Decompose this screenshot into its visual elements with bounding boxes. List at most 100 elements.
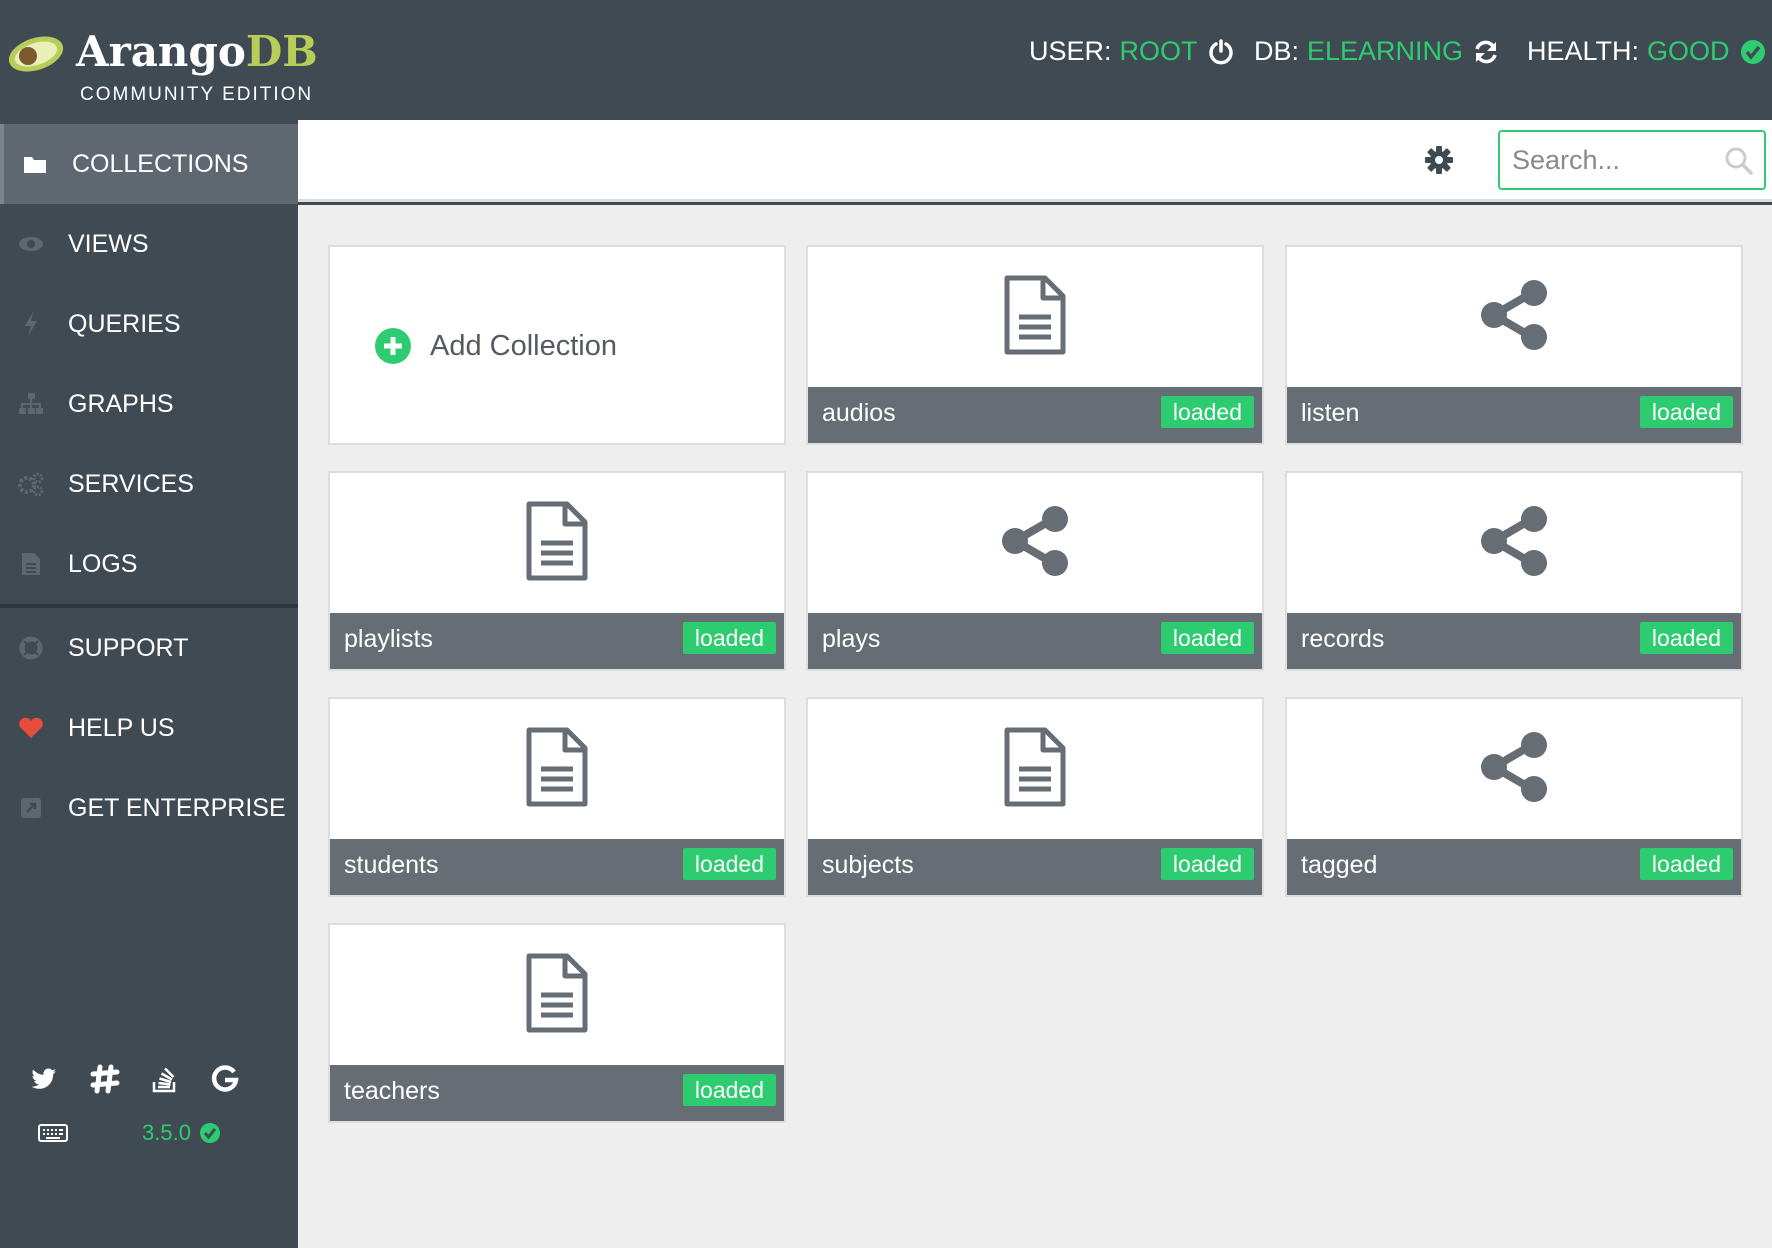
sidebar-item-support[interactable]: SUPPORT [0, 608, 298, 688]
sidebar-item-label: LOGS [68, 549, 138, 578]
status-badge: loaded [682, 622, 776, 654]
collection-name: teachers [344, 1077, 440, 1105]
add-collection-label: Add Collection [430, 329, 617, 362]
collection-footer: playlists loaded [330, 613, 784, 669]
content-toolbar [298, 120, 1772, 202]
lifebuoy-icon [16, 633, 46, 663]
collection-tile-playlists[interactable]: playlists loaded [328, 471, 786, 671]
search-input[interactable] [1512, 142, 1712, 178]
sidebar: COLLECTIONS VIEWS QUERIES GRAPHS SERVICE… [0, 120, 298, 1248]
document-icon [517, 727, 597, 807]
status-badge: loaded [1639, 848, 1733, 880]
collection-footer: tagged loaded [1287, 839, 1741, 895]
collection-name: subjects [822, 851, 914, 879]
external-link-icon [16, 793, 46, 823]
brand-name: ArangoDB [76, 27, 318, 76]
collection-name: plays [822, 625, 881, 653]
add-collection-tile[interactable]: Add Collection [328, 245, 786, 445]
avocado-logo-icon [8, 36, 64, 72]
sidebar-item-label: SERVICES [68, 469, 194, 498]
share-nodes-icon [1474, 727, 1554, 807]
collection-tile-subjects[interactable]: subjects loaded [806, 697, 1264, 897]
sidebar-item-queries[interactable]: QUERIES [0, 284, 298, 364]
version-number: 3.5.0 [142, 1120, 191, 1145]
check-circle-icon [1740, 39, 1765, 64]
document-icon [517, 501, 597, 581]
user-value: ROOT [1119, 36, 1198, 66]
plus-circle-icon [375, 328, 411, 364]
collection-footer: listen loaded [1287, 387, 1741, 443]
status-badge: loaded [1160, 396, 1254, 428]
status-badge: loaded [1639, 622, 1733, 654]
google-icon[interactable] [210, 1064, 240, 1094]
sidebar-item-label: COLLECTIONS [72, 149, 249, 178]
health-value: GOOD [1647, 36, 1730, 66]
header: ArangoDB COMMUNITY EDITION USER: ROOT DB… [0, 0, 1772, 120]
document-icon [995, 727, 1075, 807]
document-icon [517, 953, 597, 1033]
collection-name: students [344, 851, 439, 879]
user-label: USER: [1029, 36, 1112, 66]
keyboard-icon[interactable] [38, 1123, 68, 1143]
collection-footer: audios loaded [808, 387, 1262, 443]
user-info: USER: ROOT [1029, 36, 1234, 67]
folder-icon [20, 149, 50, 179]
status-badge: loaded [1160, 848, 1254, 880]
collection-footer: students loaded [330, 839, 784, 895]
collection-name: playlists [344, 625, 433, 653]
twitter-icon[interactable] [28, 1064, 58, 1094]
collection-tile-tagged[interactable]: tagged loaded [1285, 697, 1743, 897]
db-value: ELEARNING [1307, 36, 1464, 66]
cogs-icon [16, 469, 46, 499]
collection-tile-plays[interactable]: plays loaded [806, 471, 1264, 671]
share-nodes-icon [995, 501, 1075, 581]
search-icon[interactable] [1724, 146, 1754, 176]
status-badge: loaded [1639, 396, 1733, 428]
sidebar-item-views[interactable]: VIEWS [0, 204, 298, 284]
db-label: DB: [1254, 36, 1300, 66]
version-info: 3.5.0 [30, 1120, 270, 1146]
collection-footer: records loaded [1287, 613, 1741, 669]
version-check-icon [199, 1123, 220, 1143]
sidebar-item-label: VIEWS [68, 229, 149, 258]
sitemap-icon [16, 389, 46, 419]
collection-footer: teachers loaded [330, 1065, 784, 1121]
refresh-icon[interactable] [1473, 39, 1499, 65]
collections-grid: Add Collection audios loaded listen loaded p… [298, 205, 1772, 1248]
health-label: HEALTH: [1527, 36, 1640, 66]
search-box [1498, 130, 1766, 190]
status-badge: loaded [682, 1074, 776, 1106]
sidebar-item-label: GET ENTERPRISE [68, 793, 286, 822]
heart-icon [16, 713, 46, 743]
sidebar-item-label: HELP US [68, 713, 175, 742]
power-icon[interactable] [1208, 38, 1234, 65]
health-info: HEALTH: GOOD [1527, 36, 1766, 67]
eye-icon [16, 229, 46, 259]
collection-tile-audios[interactable]: audios loaded [806, 245, 1264, 445]
collection-tile-records[interactable]: records loaded [1285, 471, 1743, 671]
gear-icon[interactable] [1423, 144, 1455, 176]
bolt-icon [16, 309, 46, 339]
sidebar-item-get-enterprise[interactable]: GET ENTERPRISE [0, 768, 298, 848]
sidebar-item-help-us[interactable]: HELP US [0, 688, 298, 768]
arangodb-logo[interactable]: ArangoDB COMMUNITY EDITION [6, 26, 318, 106]
collection-name: tagged [1301, 851, 1378, 879]
document-icon [995, 275, 1075, 355]
sidebar-item-label: SUPPORT [68, 633, 189, 662]
sidebar-item-services[interactable]: SERVICES [0, 444, 298, 524]
db-info: DB: ELEARNING [1254, 36, 1499, 67]
sidebar-item-graphs[interactable]: GRAPHS [0, 364, 298, 444]
slack-icon[interactable] [90, 1064, 120, 1094]
sidebar-item-label: GRAPHS [68, 389, 174, 418]
collection-tile-listen[interactable]: listen loaded [1285, 245, 1743, 445]
stackoverflow-icon[interactable] [150, 1064, 180, 1094]
collection-name: listen [1301, 399, 1360, 427]
edition-label: COMMUNITY EDITION [80, 84, 314, 105]
status-badge: loaded [682, 848, 776, 880]
sidebar-item-logs[interactable]: LOGS [0, 524, 298, 604]
collection-tile-students[interactable]: students loaded [328, 697, 786, 897]
sidebar-item-collections[interactable]: COLLECTIONS [0, 124, 298, 204]
collection-footer: plays loaded [808, 613, 1262, 669]
share-nodes-icon [1474, 275, 1554, 355]
collection-tile-teachers[interactable]: teachers loaded [328, 923, 786, 1123]
